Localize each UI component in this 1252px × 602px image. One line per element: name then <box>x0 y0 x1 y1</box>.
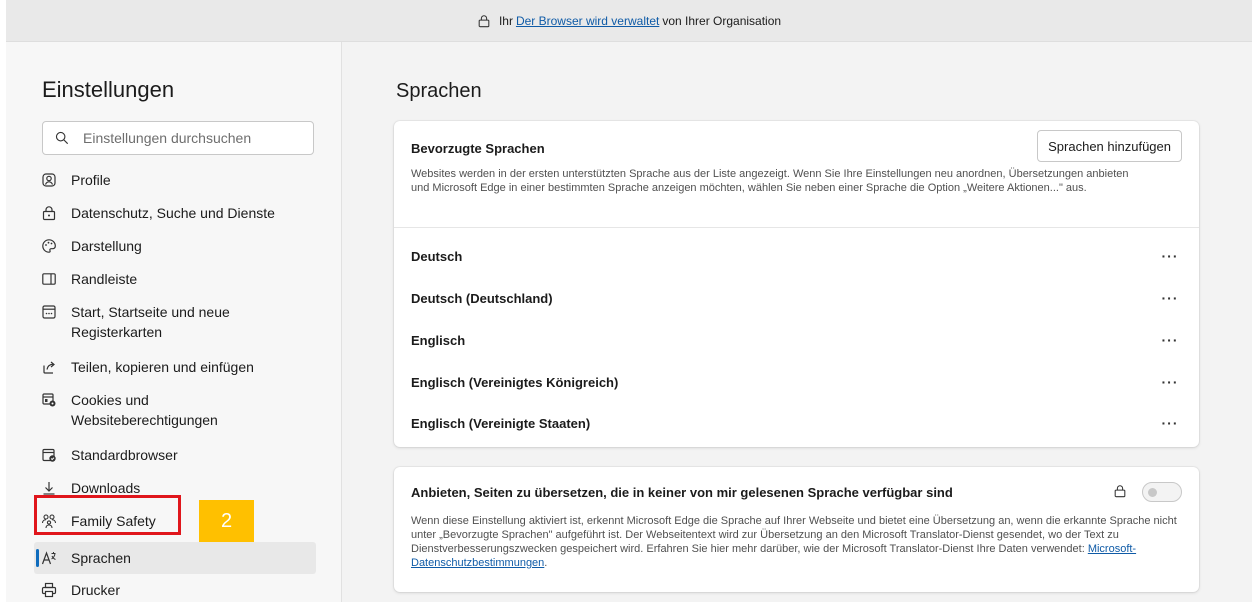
link-suffix: . <box>544 557 548 569</box>
list-item: Deutsch ··· <box>394 236 1199 276</box>
language-name: Englisch (Vereinigtes Königreich) <box>411 374 619 390</box>
offer-translation-card: Anbieten, Seiten zu übersetzen, die in k… <box>394 467 1199 592</box>
languages-icon <box>41 550 57 566</box>
more-actions-button[interactable]: ··· <box>1158 249 1182 263</box>
language-name: Englisch (Vereinigte Staaten) <box>411 415 591 431</box>
sidebar-item-start-page[interactable]: Start, Startseite und neue Registerkarte… <box>34 302 316 348</box>
add-languages-button[interactable]: Sprachen hinzufügen <box>1037 130 1182 162</box>
managed-browser-banner: Ihr Der Browser wird verwaltet von Ihrer… <box>6 0 1252 42</box>
sidebar-item-sidebar-panel[interactable]: Randleiste <box>34 269 316 295</box>
sidebar-item-label: Datenschutz, Suche und Dienste <box>71 205 275 221</box>
sidebar-item-printer[interactable]: Drucker <box>34 580 316 602</box>
managed-browser-link[interactable]: Der Browser wird verwaltet <box>516 14 659 28</box>
list-item: Englisch ··· <box>394 320 1199 360</box>
share-icon <box>41 359 57 375</box>
more-actions-button[interactable]: ··· <box>1158 416 1182 430</box>
sidebar-item-label: Darstellung <box>71 238 142 254</box>
profile-icon <box>41 172 57 188</box>
sidebar-item-family-safety[interactable]: Family Safety <box>34 511 316 537</box>
lock-icon <box>1114 485 1126 498</box>
sidebar-item-label: Downloads <box>71 480 141 496</box>
offer-translation-title: Anbieten, Seiten zu übersetzen, die in k… <box>411 485 953 500</box>
preferred-languages-card: Bevorzugte Sprachen Sprachen hinzufügen … <box>394 121 1199 447</box>
settings-search[interactable] <box>42 121 314 155</box>
offer-translation-description: Wenn diese Einstellung aktiviert ist, er… <box>411 514 1186 570</box>
preferred-languages-description: Websites werden in der ersten unterstütz… <box>411 168 1129 194</box>
sidebar-item-label: Start, Startseite und neue Registerkarte… <box>71 304 230 340</box>
start-page-icon <box>41 304 57 320</box>
sidebar-item-label: Cookies und Websiteberechtigungen <box>71 392 218 428</box>
banner-prefix: Ihr <box>498 13 513 28</box>
lock-icon <box>41 205 57 221</box>
list-item: Englisch (Vereinigte Staaten) ··· <box>394 403 1199 443</box>
search-input[interactable] <box>83 130 303 146</box>
language-name: Deutsch (Deutschland) <box>411 290 553 306</box>
sidebar-item-share[interactable]: Teilen, kopieren und einfügen <box>34 357 316 383</box>
printer-icon <box>41 582 57 598</box>
sidebar-item-label: Standardbrowser <box>71 447 178 463</box>
language-name: Deutsch <box>411 248 463 264</box>
search-icon <box>55 131 69 145</box>
settings-title: Einstellungen <box>42 77 175 102</box>
sidebar-item-label: Randleiste <box>71 271 138 287</box>
sidebar-item-label: Drucker <box>71 582 121 598</box>
more-actions-button[interactable]: ··· <box>1158 333 1182 347</box>
sidebar-item-label: Teilen, kopieren und einfügen <box>71 359 254 375</box>
sidebar-item-label: Family Safety <box>71 513 156 529</box>
sidebar-item-languages[interactable]: Sprachen <box>34 542 316 574</box>
offer-translation-toggle[interactable] <box>1142 482 1182 502</box>
offer-description-text: Wenn diese Einstellung aktiviert ist, er… <box>411 515 1177 555</box>
sidebar-item-downloads[interactable]: Downloads <box>34 478 316 504</box>
step-badge: 2 <box>199 500 254 542</box>
sidebar-item-label: Sprachen <box>71 550 131 566</box>
preferred-languages-title: Bevorzugte Sprachen <box>411 141 545 156</box>
page-title: Sprachen <box>396 80 482 102</box>
divider <box>394 227 1199 228</box>
download-icon <box>41 480 57 496</box>
settings-sidebar: Einstellungen Profile Datenschutz, Suche… <box>6 42 342 602</box>
sidebar-item-default-browser[interactable]: Standardbrowser <box>34 445 316 471</box>
more-actions-button[interactable]: ··· <box>1158 375 1182 389</box>
appearance-icon <box>41 238 57 254</box>
toggle-knob <box>1148 488 1157 497</box>
sidebar-panel-icon <box>41 271 57 287</box>
sidebar-item-label: Profile <box>71 172 111 188</box>
banner-suffix: von Ihrer Organisation <box>662 13 782 28</box>
list-item: Englisch (Vereinigtes Königreich) ··· <box>394 362 1199 402</box>
family-icon <box>41 513 57 529</box>
sidebar-item-profile[interactable]: Profile <box>34 170 316 196</box>
cookies-icon <box>41 392 57 408</box>
sidebar-item-privacy[interactable]: Datenschutz, Suche und Dienste <box>34 203 316 229</box>
lock-icon <box>478 14 490 27</box>
default-browser-icon <box>41 447 57 463</box>
more-actions-button[interactable]: ··· <box>1158 291 1182 305</box>
language-name: Englisch <box>411 332 466 348</box>
sidebar-item-cookies[interactable]: Cookies und Websiteberechtigungen <box>34 390 316 436</box>
sidebar-item-appearance[interactable]: Darstellung <box>34 236 316 262</box>
list-item: Deutsch (Deutschland) ··· <box>394 278 1199 318</box>
